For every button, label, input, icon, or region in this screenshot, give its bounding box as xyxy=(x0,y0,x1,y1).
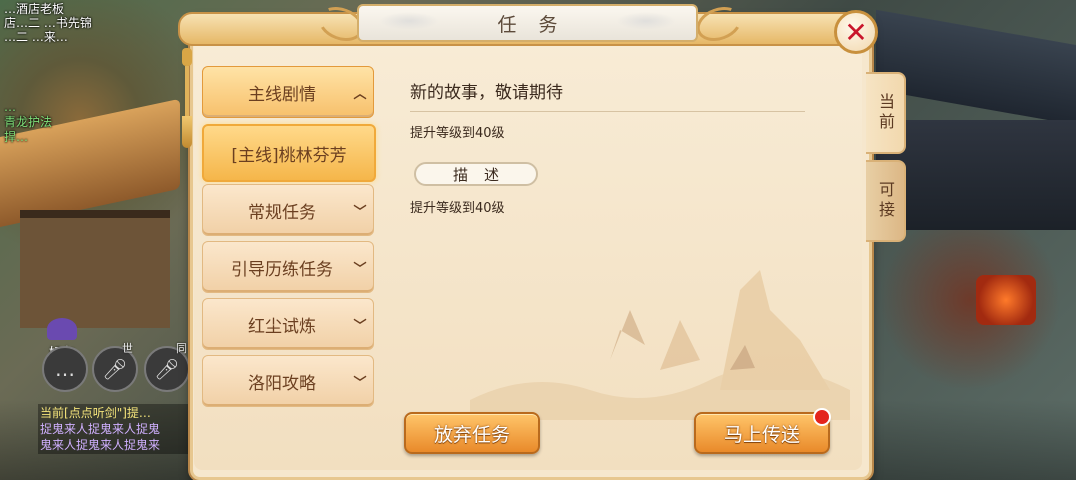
lantern-glow xyxy=(976,275,1036,325)
page-title: 任务 xyxy=(497,13,580,36)
npc-label: 捍… xyxy=(4,130,29,144)
ink-painting-illustration xyxy=(470,270,850,420)
notification-dot xyxy=(813,408,831,426)
quest-detail: 新的故事，敬请期待 提升等级到40级 xyxy=(410,78,805,141)
chevron-down-icon: ﹀ xyxy=(353,204,367,220)
chat-line: 当前[点点听剑"]提… xyxy=(40,406,151,420)
category-label: 红尘试炼 xyxy=(248,316,316,337)
chevron-up-icon: ︿ xyxy=(353,86,367,102)
category-regular[interactable]: 常规任务 ﹀ xyxy=(202,184,374,236)
cloud-ornament xyxy=(616,12,676,30)
tab-label: 可接 xyxy=(876,181,895,221)
category-guide[interactable]: 引导历练任务 ﹀ xyxy=(202,241,374,293)
npc-name-labels: …酒店老板 店…二 …书先锦 …二 …来… xyxy=(4,2,174,44)
chat-bubble-icon[interactable]: … xyxy=(42,346,88,392)
tab-label: 当前 xyxy=(876,93,895,133)
category-main-story[interactable]: 主线剧情 ︿ xyxy=(202,66,374,118)
chat-line: 鬼来人捉鬼来人捉鬼来 xyxy=(40,438,161,452)
tassel-ornament xyxy=(182,48,192,148)
chevron-down-icon: ﹀ xyxy=(353,375,367,391)
npc-label: …酒店老板 xyxy=(4,2,65,16)
building-wall xyxy=(876,120,1076,230)
close-icon: ✕ xyxy=(844,15,868,49)
chat-log[interactable]: 当前[点点听剑"]提… 捉鬼来人捉鬼来人捉鬼 鬼来人捉鬼来人捉鬼来 xyxy=(38,404,202,454)
close-button[interactable]: ✕ xyxy=(834,10,878,54)
chat-line: 捉鬼来人捉鬼来人捉鬼 xyxy=(40,422,161,436)
category-label: 常规任务 xyxy=(248,202,316,223)
category-label: 主线剧情 xyxy=(248,84,316,105)
description-text: 提升等级到40级 xyxy=(410,201,505,216)
quest-title: 新的故事，敬请期待 xyxy=(410,78,805,112)
description-header: 描述 xyxy=(414,162,538,186)
npc-label: 店…二 …书先锦 xyxy=(4,16,92,30)
category-trial[interactable]: 红尘试炼 ﹀ xyxy=(202,298,374,350)
chevron-down-icon: ﹀ xyxy=(353,318,367,334)
building-roof xyxy=(876,9,1076,131)
chevron-down-icon: ﹀ xyxy=(353,261,367,277)
quest-requirement: 提升等级到40级 xyxy=(410,126,505,141)
title-plate: 任务 xyxy=(357,4,698,42)
world-channel-tag: 世 xyxy=(122,342,133,355)
abandon-quest-button[interactable]: 放弃任务 xyxy=(404,412,540,454)
npc-name-labels: … 青龙护法 捍… xyxy=(4,100,124,145)
category-luoyang[interactable]: 洛阳攻略 ﹀ xyxy=(202,355,374,407)
team-channel-tag: 同 xyxy=(176,342,187,355)
market-stall xyxy=(20,210,170,328)
category-label: 洛阳攻略 xyxy=(248,373,316,394)
teleport-button[interactable]: 马上传送 xyxy=(694,412,830,454)
npc-label: …二 …来… xyxy=(4,30,68,44)
tab-current[interactable]: 当前 xyxy=(866,72,906,154)
npc-label: … xyxy=(4,100,16,114)
friends-icon xyxy=(47,318,77,340)
cloud-ornament xyxy=(379,12,439,30)
category-label: 引导历练任务 xyxy=(231,259,333,280)
quest-item-selected[interactable]: [主线]桃林芬芳 xyxy=(202,124,376,182)
tab-available[interactable]: 可接 xyxy=(866,160,906,242)
npc-label: 青龙护法 xyxy=(4,115,53,129)
